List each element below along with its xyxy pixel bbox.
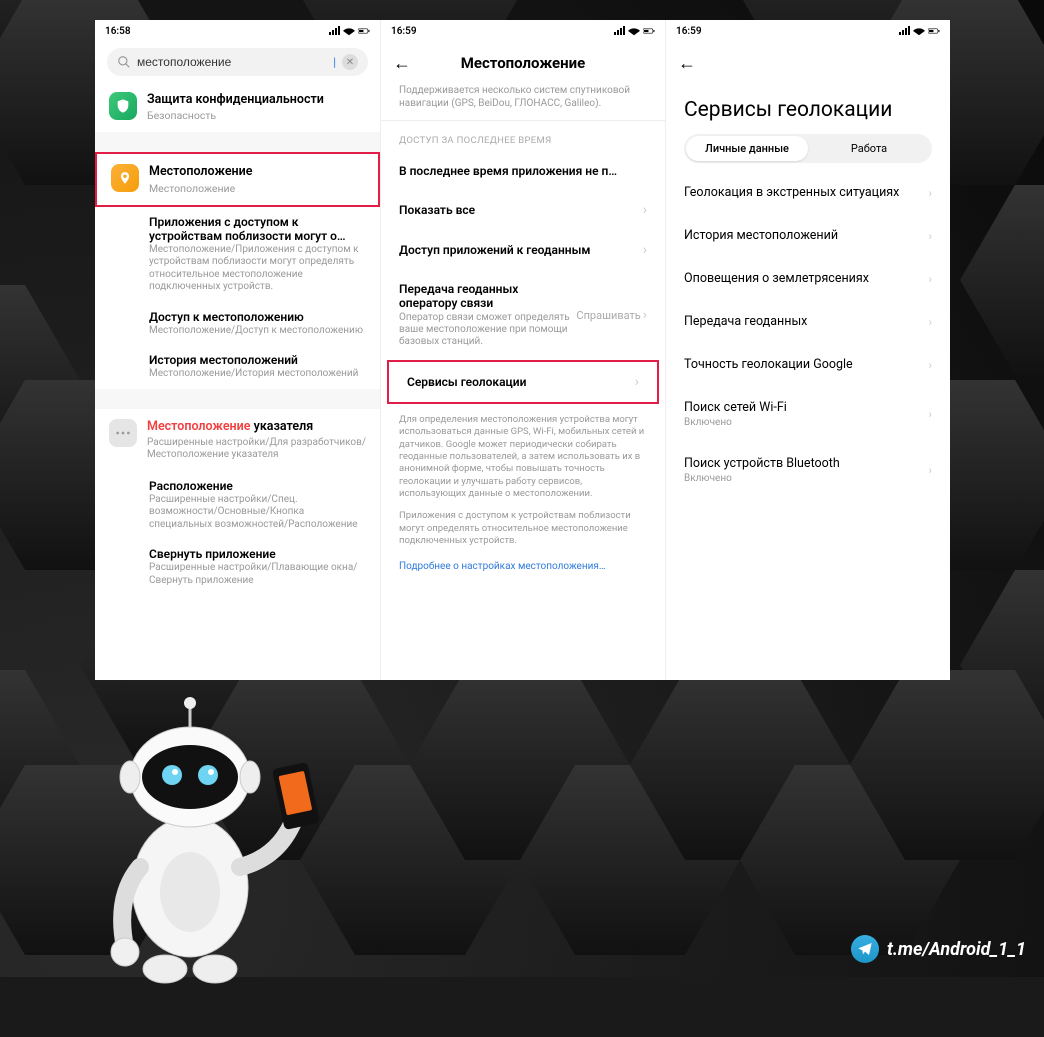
status-time: 16:58 — [105, 26, 131, 37]
status-icons — [898, 26, 940, 36]
telegram-watermark: t.me/Android_1_1 — [851, 935, 1026, 963]
chevron-right-icon: › — [929, 463, 932, 477]
tab-work[interactable]: Работа — [808, 136, 930, 161]
page-title: Местоположение — [461, 54, 586, 72]
result-pointer-location[interactable]: Местоположение указателя Расширенные нас… — [95, 409, 380, 471]
location-pin-icon — [111, 164, 139, 192]
info-text: Для определения местоположения устройств… — [381, 404, 665, 510]
result-subtitle: Местоположение — [149, 182, 253, 195]
sub-result-nearby[interactable]: Приложения с доступом к устройствам побл… — [149, 207, 380, 302]
screen-search-results: 16:58 | ✕ Защита конфиденциальности Безо… — [95, 20, 380, 680]
search-input-container[interactable]: | ✕ — [107, 48, 368, 76]
sub-result-placement[interactable]: Расположение Расширенные настройки/Спец.… — [149, 471, 380, 540]
result-title: Местоположение указателя — [147, 419, 366, 435]
search-input[interactable] — [137, 55, 327, 69]
row-google-accuracy[interactable]: Точность геолокации Google › — [666, 343, 950, 386]
screen-location-settings: 16:59 ← Местоположение Поддерживается не… — [380, 20, 665, 680]
result-title: Местоположение — [149, 164, 253, 180]
tab-personal[interactable]: Личные данные — [686, 136, 808, 161]
row-bluetooth-scan[interactable]: Поиск устройств Bluetooth Включено › — [666, 442, 950, 498]
learn-more-link[interactable]: Подробнее о настройках местоположения… — [381, 557, 665, 582]
section-label: ДОСТУП ЗА ПОСЛЕДНЕЕ ВРЕМЯ — [381, 121, 665, 152]
sub-result-access[interactable]: Доступ к местоположению Местоположение/Д… — [149, 302, 380, 346]
header: ← Местоположение — [381, 42, 665, 84]
row-geolocation-services[interactable]: Сервисы геолокации › — [389, 362, 657, 402]
row-show-all[interactable]: Показать все › — [381, 190, 665, 230]
status-time: 16:59 — [391, 26, 417, 37]
sub-result-history[interactable]: История местоположений Местоположение/Ис… — [149, 345, 380, 389]
row-wifi-scan[interactable]: Поиск сетей Wi-Fi Включено › — [666, 386, 950, 442]
page-title: Сервисы геолокации — [666, 84, 950, 134]
chevron-right-icon: › — [929, 315, 932, 329]
highlight-geolocation-services: Сервисы геолокации › — [387, 360, 659, 404]
info-text: Приложения с доступом к устройствам побл… — [381, 510, 665, 557]
profile-tabs: Личные данные Работа — [684, 134, 932, 163]
row-recent-apps[interactable]: В последнее время приложения не п… — [381, 152, 665, 190]
header: ← — [666, 42, 950, 84]
chevron-right-icon: › — [929, 358, 932, 372]
clear-search-button[interactable]: ✕ — [342, 54, 358, 70]
status-bar: 16:58 — [95, 20, 380, 42]
status-bar: 16:59 — [666, 20, 950, 42]
page-description: Поддерживается несколько систем спутнико… — [381, 84, 665, 121]
search-icon — [117, 55, 131, 69]
chevron-right-icon: › — [929, 407, 932, 421]
chevron-right-icon: › — [643, 242, 647, 258]
sub-result-minimize[interactable]: Свернуть приложение Расширенные настройк… — [149, 539, 380, 595]
status-icons — [328, 26, 370, 36]
row-earthquake-alerts[interactable]: Оповещения о землетрясениях › — [666, 257, 950, 300]
screenshots-container: 16:58 | ✕ Защита конфиденциальности Безо… — [95, 20, 950, 680]
chevron-right-icon: › — [929, 229, 932, 243]
row-location-sharing[interactable]: Передача геоданных › — [666, 300, 950, 343]
shield-icon — [109, 92, 137, 120]
back-button[interactable]: ← — [393, 53, 411, 74]
telegram-icon — [851, 935, 879, 963]
chevron-right-icon: › — [643, 202, 647, 218]
row-emergency-location[interactable]: Геолокация в экстренных ситуациях › — [666, 171, 950, 214]
result-title: Защита конфиденциальности — [147, 92, 324, 108]
chevron-right-icon: › — [929, 186, 932, 200]
status-time: 16:59 — [676, 26, 702, 37]
result-location[interactable]: Местоположение Местоположение — [97, 154, 378, 204]
status-icons — [613, 26, 655, 36]
more-icon — [109, 419, 137, 447]
chevron-right-icon: › — [643, 307, 647, 323]
row-app-access[interactable]: Доступ приложений к геоданным › — [381, 230, 665, 270]
row-location-history[interactable]: История местоположений › — [666, 214, 950, 257]
chevron-right-icon: › — [929, 272, 932, 286]
result-privacy[interactable]: Защита конфиденциальности Безопасность — [95, 82, 380, 132]
result-subtitle: Безопасность — [147, 109, 324, 122]
back-button[interactable]: ← — [678, 53, 696, 74]
robot-mascot — [80, 687, 340, 987]
chevron-right-icon: › — [635, 374, 639, 390]
screen-geolocation-services: 16:59 ← Сервисы геолокации Личные данные… — [665, 20, 950, 680]
watermark-text: t.me/Android_1_1 — [887, 939, 1026, 960]
status-bar: 16:59 — [381, 20, 665, 42]
row-carrier-location[interactable]: Передача геоданных оператору связи Опера… — [381, 270, 665, 360]
highlight-location: Местоположение Местоположение — [95, 152, 380, 206]
